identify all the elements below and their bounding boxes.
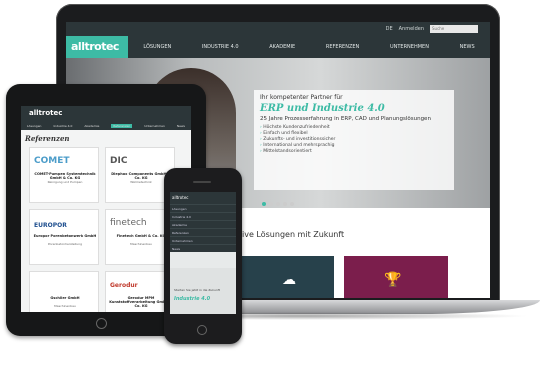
slider-dot[interactable] bbox=[290, 202, 294, 206]
phone-menu-item[interactable]: Referenzen bbox=[170, 228, 236, 236]
hero-subtitle: 25 Jahre Prozesserfahrung in ERP, CAD un… bbox=[260, 116, 431, 122]
reference-card[interactable]: COMET COMET-Pumpen Systemtechnik GmbH & … bbox=[29, 147, 99, 203]
search-input[interactable]: Suche bbox=[430, 25, 478, 33]
tablet-navigation: Lösungen Industrie 4.0 Akademie Referenz… bbox=[21, 124, 191, 128]
phone-menu-item[interactable]: Industrie 4.0 bbox=[170, 212, 236, 220]
section-heading: ive Lösungen mit Zukunft bbox=[242, 230, 345, 239]
hero-kicker: Ihr kompetenter Partner für bbox=[260, 94, 343, 101]
solution-tile-trophy[interactable]: 🏆 bbox=[344, 256, 448, 298]
reference-logo: finetech bbox=[110, 218, 147, 228]
reference-name: Gschlier GmbH bbox=[50, 296, 80, 300]
phone-hero-title: Industrie 4.0 bbox=[174, 296, 211, 302]
solution-tile-cloud[interactable]: ☁ bbox=[242, 256, 334, 298]
nav-item-unternehmen[interactable]: Unternehmen bbox=[390, 44, 429, 50]
hero-title: ERP und Industrie 4.0 bbox=[260, 103, 385, 114]
nav-item-loesungen[interactable]: Lösungen bbox=[143, 44, 171, 50]
device-mockup-scene: DE Anmelden Suche alltrotec Lösungen Ind… bbox=[0, 0, 540, 369]
nav-item-akademie[interactable]: Akademie bbox=[269, 44, 295, 50]
phone-menu-item[interactable]: News bbox=[170, 244, 236, 252]
reference-logo: EUROPOR bbox=[34, 222, 67, 229]
phone-home-button[interactable] bbox=[197, 325, 207, 335]
phone-menu-item[interactable]: Akademie bbox=[170, 220, 236, 228]
hero-bullet: Mittelstandsorientiert bbox=[260, 149, 448, 155]
reference-logo: COMET bbox=[34, 156, 70, 166]
phone-hero: Starten Sie jetzt in die Zukunft Industr… bbox=[170, 268, 236, 314]
phone-menu-item[interactable]: Lösungen bbox=[170, 204, 236, 212]
reference-sector: Maschinenbau bbox=[54, 304, 76, 308]
cloud-icon: ☁ bbox=[282, 272, 296, 288]
reference-sector: Porenbetonherstellung bbox=[47, 242, 83, 246]
tablet-logo[interactable]: alltrotec bbox=[29, 109, 62, 117]
language-switch[interactable]: DE bbox=[386, 26, 393, 32]
reference-logo: Gerodur bbox=[110, 282, 138, 289]
reference-logo: DIC bbox=[110, 156, 128, 166]
tablet-header: alltrotec Lösungen Industrie 4.0 Akademi… bbox=[21, 106, 191, 130]
slider-dot[interactable] bbox=[262, 202, 266, 206]
tablet-nav-item[interactable]: News bbox=[177, 124, 185, 128]
hero-text-box: Ihr kompetenter Partner für ERP und Indu… bbox=[254, 90, 454, 190]
slider-dot[interactable] bbox=[276, 202, 280, 206]
phone-screen: alltrotec Lösungen Industrie 4.0 Akademi… bbox=[170, 192, 236, 314]
phone-speaker bbox=[193, 181, 211, 183]
phone-menu: Lösungen Industrie 4.0 Akademie Referenz… bbox=[170, 204, 236, 252]
tablet-nav-item[interactable]: Industrie 4.0 bbox=[53, 124, 72, 128]
reference-card[interactable]: EUROPOR Europor Porenbetonwerk GmbH Pore… bbox=[29, 209, 99, 265]
nav-item-referenzen[interactable]: Referenzen bbox=[326, 44, 359, 50]
reference-card[interactable]: Gschlier GmbH Maschinenbau bbox=[29, 271, 99, 312]
login-link[interactable]: Anmelden bbox=[399, 26, 424, 32]
nav-item-news[interactable]: News bbox=[460, 44, 475, 50]
utility-bar: DE Anmelden Suche bbox=[66, 22, 490, 36]
hero-bullets: Höchste Kundenzufriedenheit Einfach und … bbox=[260, 125, 448, 155]
tablet-home-button[interactable] bbox=[96, 318, 107, 329]
slider-dots bbox=[262, 202, 294, 206]
tablet-nav-item-active[interactable]: Referenzen bbox=[111, 124, 133, 128]
tablet-nav-item[interactable]: Akademie bbox=[84, 124, 99, 128]
phone-menu-item[interactable]: Unternehmen bbox=[170, 236, 236, 244]
site-logo[interactable]: alltrotec bbox=[66, 36, 128, 58]
trophy-icon: 🏆 bbox=[384, 272, 402, 288]
nav-item-industrie[interactable]: Industrie 4.0 bbox=[202, 44, 239, 50]
main-navigation: alltrotec Lösungen Industrie 4.0 Akademi… bbox=[66, 36, 490, 58]
reference-name: COMET-Pumpen Systemtechnik GmbH & Co. KG bbox=[34, 172, 96, 180]
reference-sector: Reinigung und Pumpen bbox=[47, 180, 83, 184]
phone-hero-kicker: Starten Sie jetzt in die Zukunft bbox=[174, 288, 220, 292]
slider-dot[interactable] bbox=[283, 202, 287, 206]
phone-logo[interactable]: alltrotec bbox=[170, 192, 236, 204]
tablet-nav-item[interactable]: Unternehmen bbox=[144, 124, 165, 128]
tablet-nav-item[interactable]: Lösungen bbox=[27, 124, 41, 128]
reference-name: Europor Porenbetonwerk GmbH bbox=[33, 234, 97, 238]
slider-dot[interactable] bbox=[269, 202, 273, 206]
references-heading: Referenzen bbox=[25, 134, 70, 143]
